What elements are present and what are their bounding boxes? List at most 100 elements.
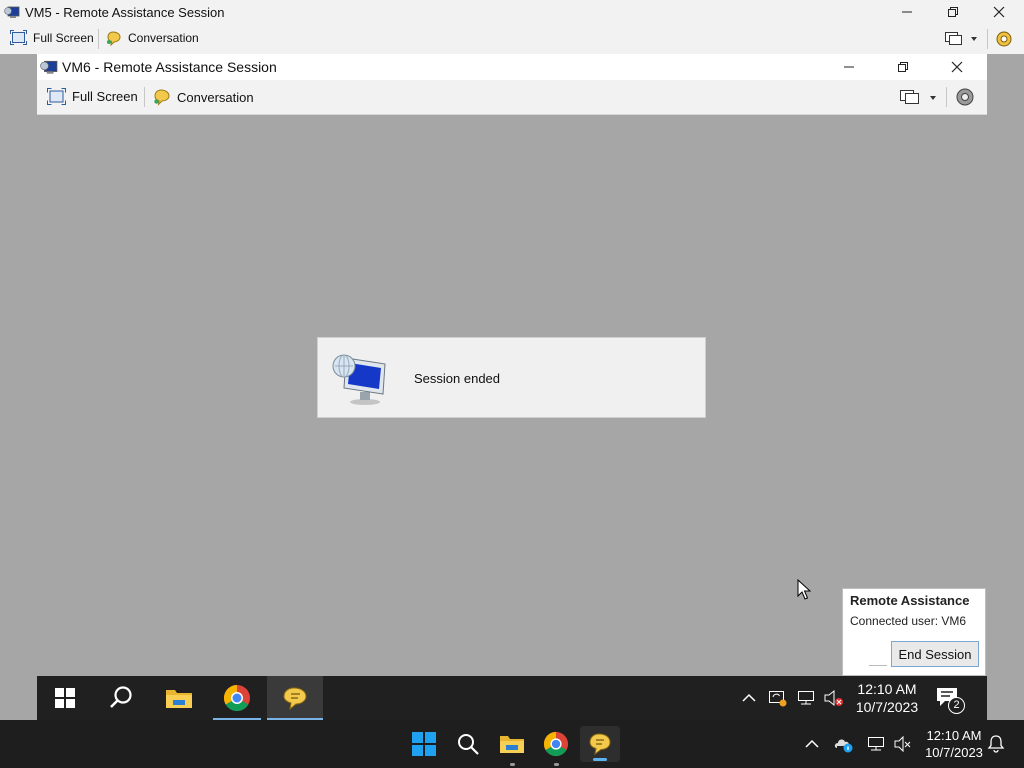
display-settings-button[interactable] (899, 87, 941, 107)
file-explorer-icon (500, 736, 524, 753)
outer-time: 12:10 AM (926, 728, 982, 743)
cloud-info-icon (834, 739, 853, 753)
monitor-dropdown-icon (945, 32, 977, 45)
search-button[interactable] (93, 676, 149, 720)
notifications-button[interactable] (986, 734, 1006, 754)
inner-window-titlebar: VM6 - Remote Assistance Session (37, 54, 987, 80)
tray-network-icon[interactable] (866, 734, 886, 754)
file-explorer-button[interactable] (492, 726, 532, 766)
conversation-label: Conversation (128, 31, 199, 45)
outer-window-toolbar: Full Screen Conversation (0, 24, 1024, 54)
full-screen-button[interactable]: Full Screen (47, 88, 138, 105)
gear-icon (956, 88, 974, 106)
toolbar-divider (946, 87, 947, 107)
remote-assistance-taskbar-button[interactable] (267, 676, 323, 720)
tray-volume-icon[interactable] (893, 734, 913, 754)
gear-icon (996, 31, 1012, 47)
toolbar-divider (98, 29, 99, 49)
conversation-button[interactable]: Conversation (106, 30, 199, 46)
monitor-dropdown-icon (900, 90, 936, 104)
inner-clock[interactable]: 12:10 AM 10/7/2023 (849, 680, 925, 716)
inner-time: 12:10 AM (857, 681, 917, 697)
popup-divider (869, 665, 887, 666)
action-center-button[interactable]: 2 (935, 686, 965, 714)
inner-window-title: VM6 - Remote Assistance Session (62, 59, 277, 75)
conversation-button[interactable]: Conversation (153, 88, 254, 106)
toolbar-divider (144, 87, 145, 107)
inner-taskbar: 12:10 AM 10/7/2023 2 (37, 676, 987, 720)
display-settings-button[interactable] (944, 30, 982, 48)
show-hidden-icons-button[interactable] (803, 736, 821, 752)
running-indicator (554, 763, 559, 766)
conversation-label: Conversation (177, 89, 254, 105)
file-explorer-button[interactable] (151, 676, 207, 720)
settings-button[interactable] (954, 86, 976, 108)
search-button[interactable] (448, 726, 488, 762)
volume-muted-icon (894, 735, 911, 753)
minimize-button[interactable] (884, 0, 930, 24)
inner-window-toolbar: Full Screen Conversation (37, 80, 987, 114)
restore-icon (948, 7, 958, 17)
close-icon (993, 6, 1005, 18)
outer-clock[interactable]: 12:10 AM 10/7/2023 (918, 727, 990, 761)
close-button[interactable] (934, 54, 980, 80)
remote-assistance-app-icon (4, 4, 20, 20)
close-button[interactable] (976, 0, 1022, 24)
running-indicator (510, 763, 515, 766)
sync-icon (769, 691, 787, 707)
outer-taskbar: 12:10 AM 10/7/2023 (0, 720, 1024, 768)
chevron-up-icon (742, 693, 756, 702)
popup-title: Remote Assistance (850, 593, 970, 608)
file-explorer-icon (166, 690, 192, 708)
conversation-icon (154, 89, 170, 106)
chevron-up-icon (805, 739, 819, 748)
minimize-icon (902, 11, 912, 13)
end-session-button[interactable]: End Session (891, 641, 979, 667)
remote-assistance-icon (589, 733, 611, 756)
session-ended-dialog: Session ended (317, 337, 706, 418)
tray-sync-icon[interactable] (768, 688, 788, 708)
chrome-button[interactable] (536, 726, 576, 766)
bell-icon (987, 735, 1005, 753)
remote-computer-icon (330, 348, 390, 406)
search-icon (458, 734, 479, 755)
volume-muted-icon (824, 689, 843, 707)
chrome-button[interactable] (209, 676, 265, 720)
mouse-cursor-icon (797, 578, 812, 601)
inner-window: VM6 - Remote Assistance Session Full Scr… (37, 54, 987, 115)
settings-button[interactable] (994, 29, 1014, 49)
minimize-icon (844, 66, 854, 68)
search-icon (110, 686, 132, 708)
remote-assistance-app-icon (40, 58, 58, 76)
minimize-button[interactable] (826, 54, 872, 80)
windows-start-icon (412, 732, 436, 756)
tray-volume-icon[interactable] (823, 688, 845, 708)
notification-count-badge: 2 (948, 697, 965, 714)
close-icon (951, 61, 963, 73)
network-icon (798, 691, 814, 705)
toolbar-divider (987, 29, 988, 49)
full-screen-label: Full Screen (33, 30, 94, 45)
restore-button[interactable] (930, 0, 976, 24)
chrome-icon (543, 731, 569, 757)
remote-assistance-popup: Remote Assistance Connected user: VM6 En… (842, 588, 986, 676)
show-hidden-icons-button[interactable] (740, 690, 758, 706)
session-ended-message: Session ended (414, 371, 501, 386)
remote-assistance-taskbar-button[interactable] (580, 726, 620, 762)
full-screen-label: Full Screen (72, 89, 138, 104)
outer-window-title: VM5 - Remote Assistance Session (25, 5, 225, 20)
start-button[interactable] (404, 726, 444, 762)
inner-date: 10/7/2023 (855, 699, 919, 715)
restore-icon (898, 62, 908, 72)
connected-user-text: Connected user: VM6 (850, 614, 967, 628)
tray-onedrive-icon[interactable] (833, 734, 855, 754)
tray-network-icon[interactable] (796, 688, 816, 708)
remote-assistance-icon (283, 687, 307, 711)
network-icon (868, 737, 884, 751)
start-button[interactable] (37, 676, 93, 720)
full-screen-icon (10, 30, 27, 45)
full-screen-icon (47, 88, 66, 105)
restore-button[interactable] (880, 54, 926, 80)
outer-window-titlebar: VM5 - Remote Assistance Session (0, 0, 1024, 24)
full-screen-button[interactable]: Full Screen (10, 30, 94, 45)
